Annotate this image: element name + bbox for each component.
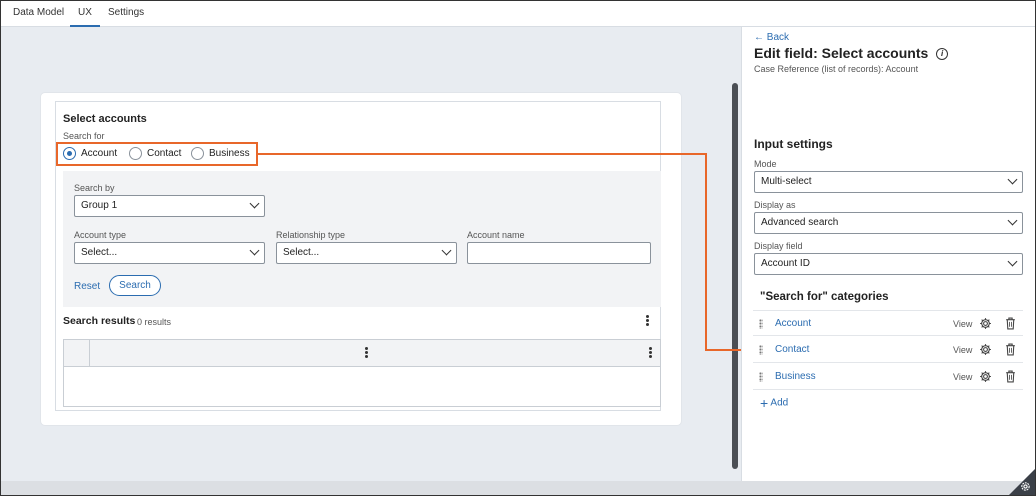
drag-handle-icon[interactable] <box>759 372 763 382</box>
add-label: Add <box>770 397 789 409</box>
category-row: Contact View <box>753 337 1023 363</box>
chevron-down-icon <box>1007 174 1018 185</box>
search-by-label: Search by <box>74 183 115 193</box>
input-settings-title: Input settings <box>754 137 833 151</box>
account-type-label: Account type <box>74 230 127 240</box>
relationship-type-select[interactable]: Select... <box>276 242 457 264</box>
results-count: 0 results <box>137 317 172 327</box>
tab-settings[interactable]: Settings <box>100 1 152 27</box>
chevron-down-icon <box>441 245 452 256</box>
relationship-type-value: Select... <box>283 247 320 258</box>
trash-icon[interactable] <box>1005 370 1016 383</box>
connector-line <box>705 153 707 351</box>
display-as-label: Display as <box>754 200 796 210</box>
arrow-left-icon: ← <box>754 32 767 43</box>
panel-subtitle: Case Reference (list of records): Accoun… <box>754 64 919 74</box>
account-type-select[interactable]: Select... <box>74 242 265 264</box>
relationship-type-label: Relationship type <box>276 230 346 240</box>
chevron-down-icon <box>249 245 260 256</box>
search-button[interactable]: Search <box>109 275 161 296</box>
bottom-bar <box>1 481 1035 495</box>
search-results-title: Search results <box>63 315 136 327</box>
account-type-value: Select... <box>81 247 118 258</box>
chevron-down-icon <box>1007 215 1018 226</box>
gear-icon[interactable] <box>979 370 992 383</box>
category-row: Account View <box>753 310 1023 336</box>
category-link-account[interactable]: Account <box>775 318 811 329</box>
mode-select[interactable]: Multi-select <box>754 171 1023 193</box>
search-by-select[interactable]: Group 1 <box>74 195 265 217</box>
category-link-contact[interactable]: Contact <box>775 344 809 355</box>
chevron-down-icon <box>249 198 260 209</box>
display-field-label: Display field <box>754 241 803 251</box>
display-field-select[interactable]: Account ID <box>754 253 1023 275</box>
mode-label: Mode <box>754 159 777 169</box>
back-link[interactable]: ← Back <box>754 32 789 43</box>
trash-icon[interactable] <box>1005 343 1016 356</box>
account-name-label: Account name <box>467 230 525 240</box>
gear-icon[interactable] <box>979 317 992 330</box>
column-menu-icon[interactable] <box>365 347 369 359</box>
view-link[interactable]: View <box>953 372 972 382</box>
view-link[interactable]: View <box>953 345 972 355</box>
table-menu-icon[interactable] <box>649 347 653 359</box>
chevron-down-icon <box>1007 256 1018 267</box>
display-as-value: Advanced search <box>761 217 839 228</box>
highlight-box <box>56 142 258 166</box>
drag-handle-icon[interactable] <box>759 345 763 355</box>
category-row: Business View <box>753 364 1023 390</box>
tab-bar: Data Model UX Settings <box>1 1 1035 27</box>
gear-icon[interactable] <box>979 343 992 356</box>
mode-value: Multi-select <box>761 176 812 187</box>
canvas-scrollbar[interactable] <box>732 83 738 469</box>
results-table <box>63 339 661 407</box>
reset-link[interactable]: Reset <box>74 281 100 292</box>
table-header-row <box>64 340 660 367</box>
app-window: Data Model UX Settings Select accounts S… <box>0 0 1036 496</box>
add-category-button[interactable]: + Add <box>760 395 788 411</box>
drag-handle-icon[interactable] <box>759 319 763 329</box>
form-title: Select accounts <box>63 113 147 125</box>
trash-icon[interactable] <box>1005 317 1016 330</box>
gear-icon[interactable] <box>1020 481 1031 492</box>
display-field-value: Account ID <box>761 258 810 269</box>
tab-data-model[interactable]: Data Model <box>5 1 72 27</box>
tab-ux[interactable]: UX <box>70 1 100 27</box>
category-link-business[interactable]: Business <box>775 371 816 382</box>
column-divider <box>89 340 90 367</box>
panel-title-text: Edit field: Select accounts <box>754 45 929 61</box>
display-as-select[interactable]: Advanced search <box>754 212 1023 234</box>
account-name-input[interactable] <box>467 242 651 264</box>
categories-title: "Search for" categories <box>760 291 889 303</box>
search-for-label: Search for <box>63 131 105 141</box>
view-link[interactable]: View <box>953 319 972 329</box>
panel-title: Edit field: Select accounts i <box>754 45 949 61</box>
search-by-value: Group 1 <box>81 200 118 211</box>
results-more-icon[interactable] <box>646 315 650 327</box>
plus-icon: + <box>760 395 769 411</box>
connector-line <box>258 153 706 155</box>
back-label: Back <box>766 32 790 43</box>
info-icon[interactable]: i <box>936 48 949 61</box>
